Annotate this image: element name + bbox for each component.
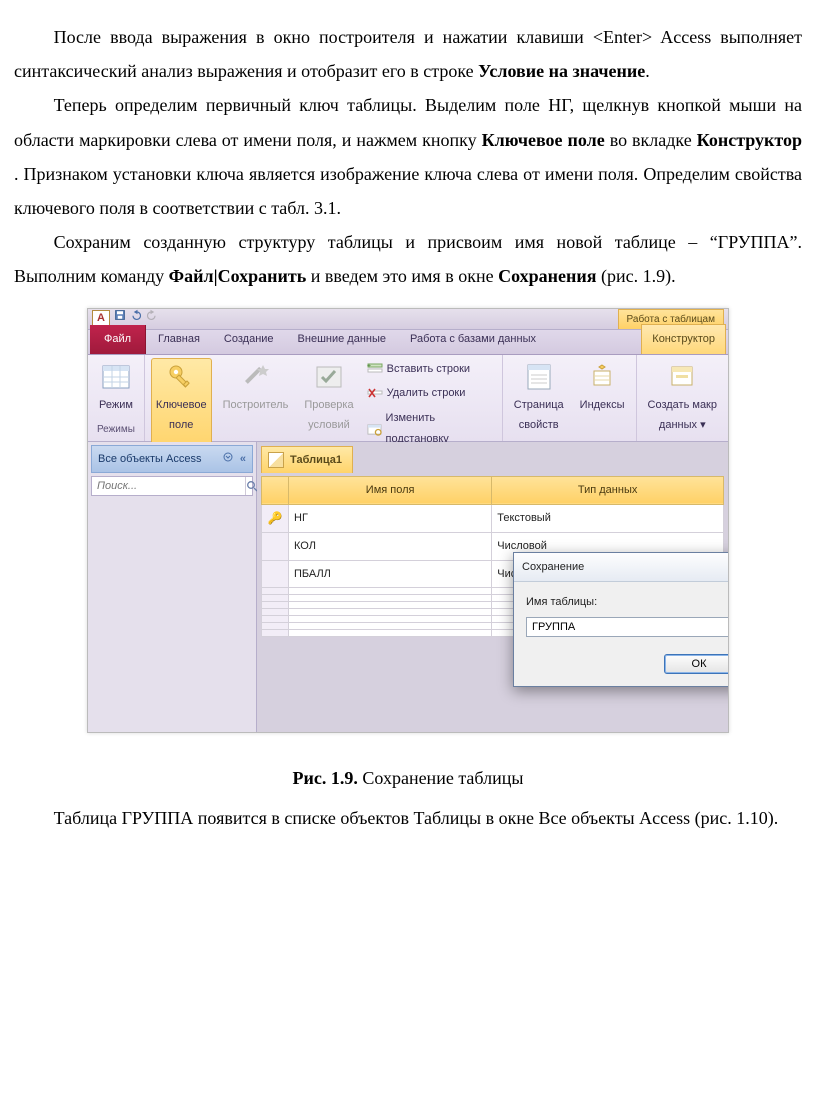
row-selector[interactable]: 🔑 — [262, 504, 289, 532]
label: Проверка условий — [304, 395, 353, 437]
ribbon-group-tools: Ключевое поле Построитель Проверка услов… — [145, 355, 503, 441]
document-area: Таблица1 Имя поля Тип данных 🔑 НГ Тексто… — [257, 442, 728, 732]
bold: Конструктор — [697, 130, 802, 150]
text: . Признаком установки ключа является изо… — [14, 164, 802, 218]
para-1: После ввода выражения в окно построителя… — [14, 20, 802, 88]
label: Построитель — [223, 395, 289, 416]
ribbon-group-showhide: Страница свойств Индексы Показать или ск… — [503, 355, 637, 441]
dialog-title: Сохранение — [522, 557, 584, 578]
bold: Сохранения — [498, 266, 596, 286]
bold: Ключевое поле — [482, 130, 605, 150]
property-sheet-icon — [523, 361, 555, 393]
view-button[interactable]: Режим — [94, 358, 138, 419]
workspace: Все объекты Access « Таблица1 — [88, 442, 728, 732]
tab-file[interactable]: Файл — [90, 325, 146, 354]
row-selector[interactable] — [262, 595, 289, 602]
validate-icon — [313, 361, 345, 393]
key-icon — [165, 361, 197, 393]
access-screenshot: A Работа с таблицам Файл Главная Создани… — [87, 308, 729, 733]
validate-button[interactable]: Проверка условий — [299, 358, 358, 452]
group-label: Режимы — [94, 418, 138, 442]
save-dialog: Сохранение ? Имя таблицы: ОК Отмена — [513, 552, 729, 688]
bold: Условие на значение — [478, 61, 645, 81]
dialog-title-bar[interactable]: Сохранение ? — [514, 553, 729, 583]
svg-text:+: + — [367, 363, 371, 370]
tab-label: Таблица1 — [290, 450, 342, 471]
text: . — [645, 61, 650, 81]
row-selector[interactable] — [262, 630, 289, 637]
primary-key-button[interactable]: Ключевое поле — [151, 358, 212, 452]
label: Вставить строки — [387, 359, 470, 380]
delete-row-icon — [367, 386, 383, 402]
nav-pane-header[interactable]: Все объекты Access « — [91, 445, 253, 474]
nav-title: Все объекты Access — [98, 449, 201, 470]
label: Ключевое поле — [156, 395, 207, 437]
para-4: Таблица ГРУППА появится в списке объекто… — [14, 801, 802, 835]
col-data-type: Тип данных — [492, 476, 724, 504]
cell-name[interactable]: НГ — [289, 504, 492, 532]
datasheet-icon — [100, 361, 132, 393]
cell-type[interactable]: Текстовый — [492, 504, 724, 532]
label: Удалить строки — [387, 383, 466, 404]
tab-design[interactable]: Конструктор — [641, 324, 726, 354]
label: Страница свойств — [514, 395, 564, 437]
ribbon: Режим Режимы Ключевое поле Построитель — [88, 355, 728, 442]
text: После ввода выражения в окно построителя… — [14, 27, 802, 81]
figure-caption: Рис. 1.9. Сохранение таблицы — [14, 761, 802, 795]
insert-row-icon: + — [367, 361, 383, 377]
table-icon — [268, 452, 284, 468]
label: Индексы — [580, 395, 625, 416]
nav-search — [91, 476, 253, 496]
indexes-icon — [586, 361, 618, 393]
navigation-pane: Все объекты Access « — [88, 442, 257, 732]
ok-button[interactable]: ОК — [664, 654, 729, 674]
primary-key-icon: 🔑 — [268, 511, 283, 525]
ribbon-group-events: Создать макр данных ▾ События по — [637, 355, 728, 441]
text: (рис. 1.9). — [601, 266, 676, 286]
row-selector[interactable] — [262, 532, 289, 560]
create-data-macro-button[interactable]: Создать макр данных ▾ — [643, 358, 722, 440]
table-row[interactable]: 🔑 НГ Текстовый — [262, 504, 724, 532]
row-selector[interactable] — [262, 602, 289, 609]
row-selector[interactable] — [262, 560, 289, 588]
row-selector[interactable] — [262, 623, 289, 630]
para-2: Теперь определим первичный ключ таблицы.… — [14, 88, 802, 225]
builder-button[interactable]: Построитель — [218, 358, 294, 452]
dropdown-icon — [223, 452, 233, 462]
table-name-input[interactable] — [526, 617, 729, 637]
row-selector[interactable] — [262, 588, 289, 595]
bold: Файл|Сохранить — [169, 266, 307, 286]
table-name-label: Имя таблицы: — [526, 592, 729, 613]
ribbon-tabs: Файл Главная Создание Внешние данные Раб… — [88, 330, 728, 355]
property-sheet-button[interactable]: Страница свойств — [509, 358, 569, 440]
ribbon-group-views: Режим Режимы — [88, 355, 145, 441]
tab-create[interactable]: Создание — [212, 325, 286, 354]
caption-text: Сохранение таблицы — [358, 768, 524, 788]
search-input[interactable] — [92, 477, 245, 495]
lookup-icon — [367, 421, 382, 437]
wand-icon — [239, 361, 271, 393]
indexes-button[interactable]: Индексы — [575, 358, 630, 440]
collapse-chevron-icon[interactable]: « — [240, 453, 246, 465]
label: Режим — [99, 395, 133, 416]
insert-rows-button[interactable]: + Вставить строки — [365, 358, 496, 381]
caption-num: Рис. 1.9. — [293, 768, 358, 788]
cell-name[interactable]: ПБАЛЛ — [289, 560, 492, 588]
col-field-name: Имя поля — [289, 476, 492, 504]
redo-icon[interactable] — [146, 308, 158, 329]
para-3: Сохраним созданную структуру таблицы и п… — [14, 225, 802, 293]
document-tab[interactable]: Таблица1 — [261, 446, 353, 474]
label: Создать макр данных ▾ — [648, 395, 717, 437]
tab-dbtools[interactable]: Работа с базами данных — [398, 325, 548, 354]
row-selector-header — [262, 476, 289, 504]
row-selector[interactable] — [262, 616, 289, 623]
macro-icon — [666, 361, 698, 393]
tab-external[interactable]: Внешние данные — [286, 325, 398, 354]
delete-rows-button[interactable]: Удалить строки — [365, 382, 496, 405]
text: во вкладке — [610, 130, 697, 150]
row-selector[interactable] — [262, 609, 289, 616]
cell-name[interactable]: КОЛ — [289, 532, 492, 560]
text: и введем это имя в окне — [311, 266, 498, 286]
